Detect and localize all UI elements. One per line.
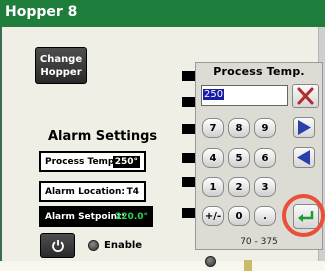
process-temp-label: Process Temp.:	[45, 157, 122, 167]
marker-tab	[182, 153, 196, 163]
power-button[interactable]	[40, 233, 75, 258]
key-8[interactable]: 8	[228, 118, 250, 138]
key-2[interactable]: 2	[228, 177, 250, 197]
marker-tab	[182, 71, 196, 81]
alarm-setpoint-label: Alarm Setpoint:	[45, 212, 125, 222]
key-decimal[interactable]: .	[254, 206, 276, 226]
cursor-right-button[interactable]	[293, 117, 315, 138]
alarm-location-field[interactable]: Alarm Location: T4	[39, 181, 146, 202]
keypad-input-value: 250	[203, 89, 225, 100]
key-6[interactable]: 6	[254, 148, 276, 168]
keypad-title: Process Temp.	[213, 65, 305, 78]
power-icon	[51, 240, 64, 253]
key-0[interactable]: 0	[228, 206, 250, 226]
process-temp-value: 250°	[112, 156, 140, 168]
status-indicator	[205, 256, 216, 267]
key-5[interactable]: 5	[228, 148, 250, 168]
key-9[interactable]: 9	[254, 118, 276, 138]
drag-handle	[244, 260, 252, 271]
key-3[interactable]: 3	[254, 177, 276, 197]
key-7[interactable]: 7	[202, 118, 224, 138]
key-4[interactable]: 4	[202, 148, 224, 168]
clear-button[interactable]	[292, 84, 319, 108]
change-hopper-button[interactable]: Change Hopper	[35, 47, 87, 84]
marker-tab	[182, 97, 196, 107]
footer-strip	[0, 261, 325, 271]
alarm-settings-heading: Alarm Settings	[48, 129, 158, 144]
keypad-range: 70 - 375	[240, 237, 278, 247]
alarm-setpoint-field[interactable]: Alarm Setpoint: 220.0°	[39, 206, 153, 227]
arrow-left-icon	[297, 150, 310, 165]
highlight-circle	[282, 194, 325, 237]
backspace-button[interactable]	[293, 147, 315, 168]
title-bar: Hopper 8	[0, 0, 325, 27]
alarm-setpoint-value: 220.0°	[115, 212, 148, 222]
arrow-right-icon	[298, 120, 311, 135]
enable-indicator[interactable]	[88, 240, 99, 251]
alarm-location-value: T4	[126, 187, 139, 197]
key-plus-minus[interactable]: +/-	[202, 206, 224, 226]
marker-tab	[182, 177, 196, 187]
enable-label: Enable	[104, 240, 143, 251]
marker-tab	[182, 208, 196, 218]
keypad-input[interactable]: 250	[201, 85, 288, 106]
key-1[interactable]: 1	[202, 177, 224, 197]
window-title: Hopper 8	[5, 4, 78, 20]
close-x-icon	[297, 87, 314, 105]
process-temp-field[interactable]: Process Temp.: 250°	[39, 151, 146, 172]
alarm-location-label: Alarm Location:	[45, 187, 125, 197]
marker-tab	[182, 124, 196, 134]
